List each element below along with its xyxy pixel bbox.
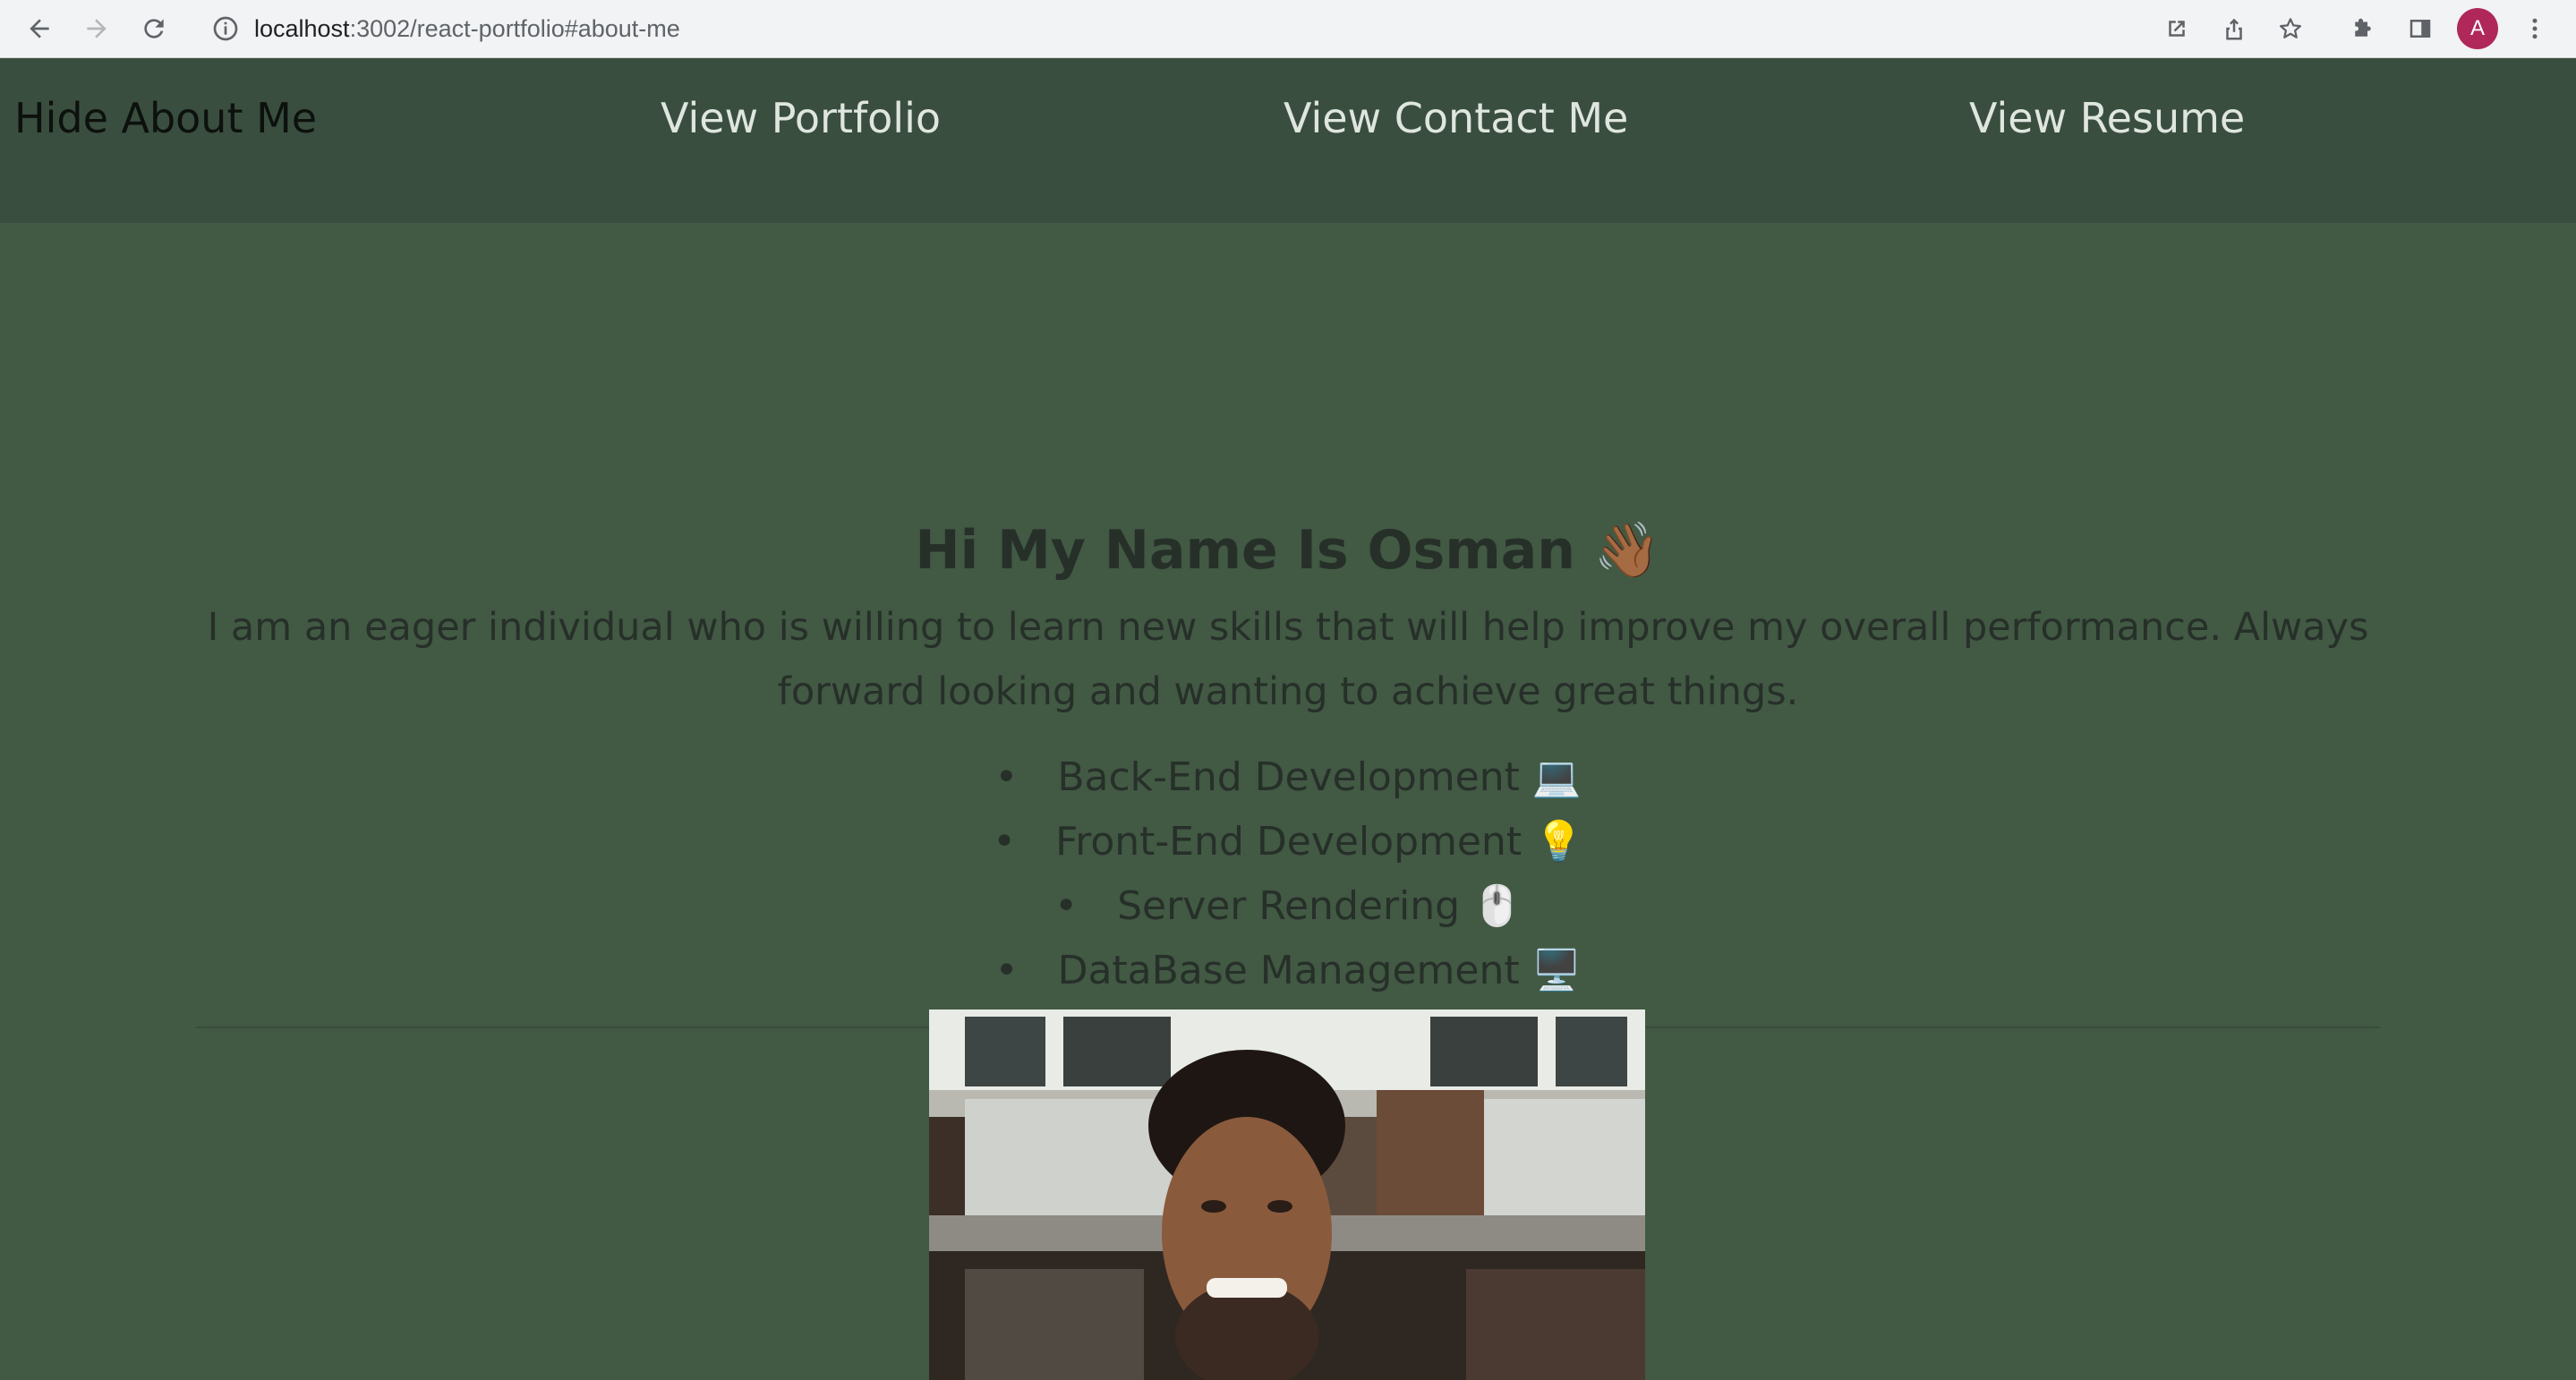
open-in-new-button[interactable]: [2155, 7, 2198, 50]
share-button[interactable]: [2213, 7, 2256, 50]
skill-label: Front-End Development 💡: [1055, 819, 1583, 865]
skills-list: • Back-End Development 💻 • Front-End Devel…: [0, 745, 2576, 1003]
url-path: :3002/react-portfolio#about-me: [349, 15, 680, 42]
nav-hide-about-me[interactable]: Hide About Me: [14, 94, 317, 142]
open-in-new-icon: [2169, 21, 2185, 37]
skill-label: Server Rendering 🖱️: [1117, 883, 1522, 929]
profile-photo: [929, 1009, 1645, 1380]
side-panel-icon: [2410, 20, 2431, 38]
list-item: • Back-End Development 💻: [0, 745, 2576, 810]
bullet: •: [994, 754, 1019, 800]
bookmark-star-button[interactable]: [2269, 7, 2312, 50]
puzzle-icon: [2355, 18, 2371, 37]
forward-button[interactable]: [75, 7, 118, 50]
site-navbar: Hide About Me View Portfolio View Contac…: [0, 58, 2576, 223]
back-button[interactable]: [18, 7, 61, 50]
forward-arrow-icon: [87, 19, 107, 38]
about-heading: Hi My Name Is Osman 👋🏾: [915, 519, 1661, 582]
side-panel-button[interactable]: [2399, 7, 2442, 50]
info-icon[interactable]: [211, 14, 240, 43]
list-item: • DataBase Management 🖥️: [0, 939, 2576, 1003]
bullet: •: [1054, 883, 1079, 929]
skill-label: Back-End Development 💻: [1057, 754, 1582, 800]
browser-menu-button[interactable]: [2513, 7, 2556, 50]
nav-view-resume[interactable]: View Resume: [1969, 94, 2245, 142]
nav-view-portfolio[interactable]: View Portfolio: [661, 94, 941, 142]
bullet: •: [994, 948, 1019, 993]
skill-label: DataBase Management 🖥️: [1057, 948, 1582, 993]
extensions-button[interactable]: [2341, 7, 2384, 50]
reload-button[interactable]: [132, 7, 175, 50]
star-icon: [2280, 18, 2301, 38]
share-icon: [2226, 18, 2242, 40]
profile-photo-image: [929, 1009, 1645, 1380]
about-bio: I am an eager individual who is willing …: [207, 605, 2369, 714]
url-text[interactable]: localhost:3002/react-portfolio#about-me: [254, 4, 680, 54]
bullet: •: [993, 819, 1017, 865]
back-arrow-icon: [30, 19, 49, 38]
list-item: • Server Rendering 🖱️: [0, 874, 2576, 939]
reload-icon: [144, 19, 164, 38]
browser-toolbar: localhost:3002/react-portfolio#about-me …: [0, 0, 2576, 58]
list-item: • Front-End Development 💡: [0, 810, 2576, 874]
about-me-section: Hi My Name Is Osman 👋🏾 I am an eager ind…: [0, 506, 2576, 1028]
nav-view-contact-me[interactable]: View Contact Me: [1284, 94, 1628, 142]
kebab-menu-icon: [2532, 18, 2538, 39]
address-bar[interactable]: localhost:3002/react-portfolio#about-me: [193, 4, 2320, 54]
url-host: localhost: [254, 15, 350, 42]
profile-avatar[interactable]: A: [2457, 8, 2498, 49]
